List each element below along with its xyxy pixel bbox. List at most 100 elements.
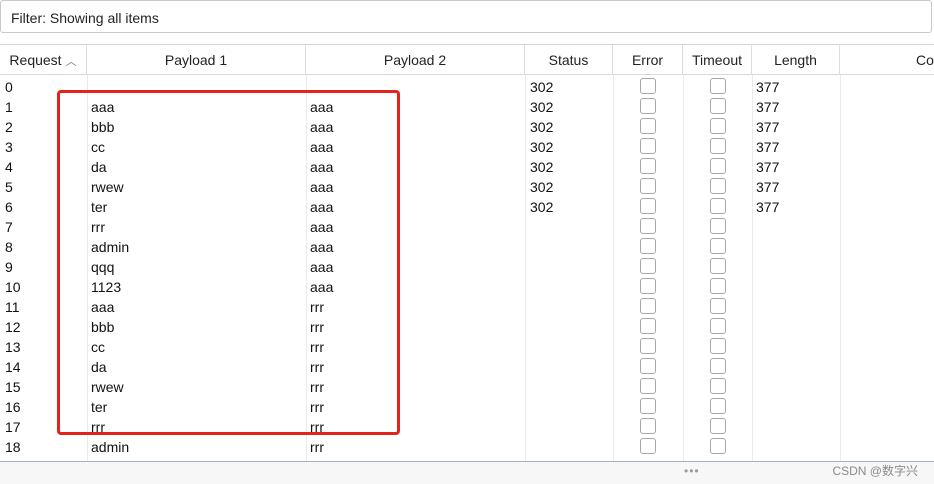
payload1-cell: 1123 xyxy=(91,279,122,295)
table-row[interactable]: 16 ter rrr xyxy=(0,397,934,417)
status-cell: 302 xyxy=(530,119,554,135)
timeout-checkbox[interactable] xyxy=(710,438,726,454)
table-row[interactable]: 15 rwew rrr xyxy=(0,377,934,397)
filter-bar[interactable]: Filter: Showing all items xyxy=(0,0,932,33)
error-checkbox[interactable] xyxy=(640,98,656,114)
timeout-checkbox[interactable] xyxy=(710,258,726,274)
payload1-cell: rwew xyxy=(91,179,124,195)
error-checkbox[interactable] xyxy=(640,158,656,174)
timeout-checkbox[interactable] xyxy=(710,178,726,194)
error-checkbox[interactable] xyxy=(640,238,656,254)
timeout-checkbox[interactable] xyxy=(710,358,726,374)
table-row[interactable]: 9 qqq aaa xyxy=(0,257,934,277)
request-cell: 13 xyxy=(5,339,21,355)
table-row[interactable]: 14 da rrr xyxy=(0,357,934,377)
table-row[interactable]: 2 bbb aaa 302 377 xyxy=(0,117,934,137)
payload1-cell: bbb xyxy=(91,319,115,335)
error-checkbox[interactable] xyxy=(640,138,656,154)
timeout-checkbox[interactable] xyxy=(710,158,726,174)
table-row[interactable]: 17 rrr rrr xyxy=(0,417,934,437)
error-checkbox[interactable] xyxy=(640,178,656,194)
table-row[interactable]: 4 da aaa 302 377 xyxy=(0,157,934,177)
timeout-checkbox[interactable] xyxy=(710,78,726,94)
request-cell: 12 xyxy=(5,319,21,335)
error-checkbox[interactable] xyxy=(640,298,656,314)
status-cell: 302 xyxy=(530,139,554,155)
payload2-cell: rrr xyxy=(310,439,324,455)
column-header-error[interactable]: Error xyxy=(613,45,683,75)
request-cell: 8 xyxy=(5,239,13,255)
request-cell: 9 xyxy=(5,259,13,275)
table-row[interactable]: 0 302 377 xyxy=(0,77,934,97)
status-cell: 302 xyxy=(530,79,554,95)
column-header-timeout[interactable]: Timeout xyxy=(683,45,752,75)
payload1-cell: admin xyxy=(91,439,130,455)
request-cell: 1 xyxy=(5,99,13,115)
column-header-payload-2[interactable]: Payload 2 xyxy=(306,45,525,75)
payload1-cell: aaa xyxy=(91,299,115,315)
table-row[interactable]: 5 rwew aaa 302 377 xyxy=(0,177,934,197)
timeout-checkbox[interactable] xyxy=(710,318,726,334)
error-checkbox[interactable] xyxy=(640,358,656,374)
error-checkbox[interactable] xyxy=(640,278,656,294)
table-row[interactable]: 1 aaa aaa 302 377 xyxy=(0,97,934,117)
table-row[interactable]: 3 cc aaa 302 377 xyxy=(0,137,934,157)
table-row[interactable]: 13 cc rrr xyxy=(0,337,934,357)
error-checkbox[interactable] xyxy=(640,338,656,354)
timeout-checkbox[interactable] xyxy=(710,218,726,234)
payload2-cell: aaa xyxy=(310,239,334,255)
error-checkbox[interactable] xyxy=(640,418,656,434)
payload2-cell: aaa xyxy=(310,159,334,175)
timeout-checkbox[interactable] xyxy=(710,98,726,114)
payload1-cell: qqq xyxy=(91,259,115,275)
payload2-cell: aaa xyxy=(310,119,334,135)
payload1-cell: aaa xyxy=(91,99,115,115)
timeout-checkbox[interactable] xyxy=(710,338,726,354)
error-checkbox[interactable] xyxy=(640,378,656,394)
timeout-checkbox[interactable] xyxy=(710,138,726,154)
column-header-request-label: Request xyxy=(9,52,62,68)
error-checkbox[interactable] xyxy=(640,218,656,234)
error-checkbox[interactable] xyxy=(640,198,656,214)
status-cell: 302 xyxy=(530,99,554,115)
table-row[interactable]: 10 1123 aaa xyxy=(0,277,934,297)
error-checkbox[interactable] xyxy=(640,438,656,454)
table-row[interactable]: 6 ter aaa 302 377 xyxy=(0,197,934,217)
timeout-checkbox[interactable] xyxy=(710,298,726,314)
request-cell: 7 xyxy=(5,219,13,235)
error-checkbox[interactable] xyxy=(640,398,656,414)
column-header-payload-1[interactable]: Payload 1 xyxy=(87,45,306,75)
table-row[interactable]: 18 admin rrr xyxy=(0,437,934,457)
column-header-comment[interactable]: Co xyxy=(840,45,934,75)
timeout-checkbox[interactable] xyxy=(710,278,726,294)
filter-text: Filter: Showing all items xyxy=(11,10,159,26)
error-checkbox[interactable] xyxy=(640,258,656,274)
column-header-length[interactable]: Length xyxy=(752,45,840,75)
payload1-cell: da xyxy=(91,159,107,175)
length-cell: 377 xyxy=(756,199,780,215)
timeout-checkbox[interactable] xyxy=(710,238,726,254)
column-header-status[interactable]: Status xyxy=(525,45,613,75)
resize-handle[interactable]: ••• xyxy=(684,464,700,478)
request-cell: 6 xyxy=(5,199,13,215)
timeout-checkbox[interactable] xyxy=(710,118,726,134)
table-row[interactable]: 12 bbb rrr xyxy=(0,317,934,337)
timeout-checkbox[interactable] xyxy=(710,398,726,414)
error-checkbox[interactable] xyxy=(640,118,656,134)
timeout-checkbox[interactable] xyxy=(710,378,726,394)
payload2-cell: rrr xyxy=(310,379,324,395)
payload2-cell: aaa xyxy=(310,139,334,155)
request-cell: 18 xyxy=(5,439,21,455)
table-row[interactable]: 8 admin aaa xyxy=(0,237,934,257)
timeout-checkbox[interactable] xyxy=(710,198,726,214)
payload1-cell: admin xyxy=(91,239,130,255)
error-checkbox[interactable] xyxy=(640,78,656,94)
request-cell: 16 xyxy=(5,399,21,415)
table-row[interactable]: 7 rrr aaa xyxy=(0,217,934,237)
timeout-checkbox[interactable] xyxy=(710,418,726,434)
column-header-request[interactable]: Request ︿ xyxy=(0,45,87,75)
table-row[interactable]: 11 aaa rrr xyxy=(0,297,934,317)
payload1-cell: bbb xyxy=(91,119,115,135)
error-checkbox[interactable] xyxy=(640,318,656,334)
length-cell: 377 xyxy=(756,119,780,135)
